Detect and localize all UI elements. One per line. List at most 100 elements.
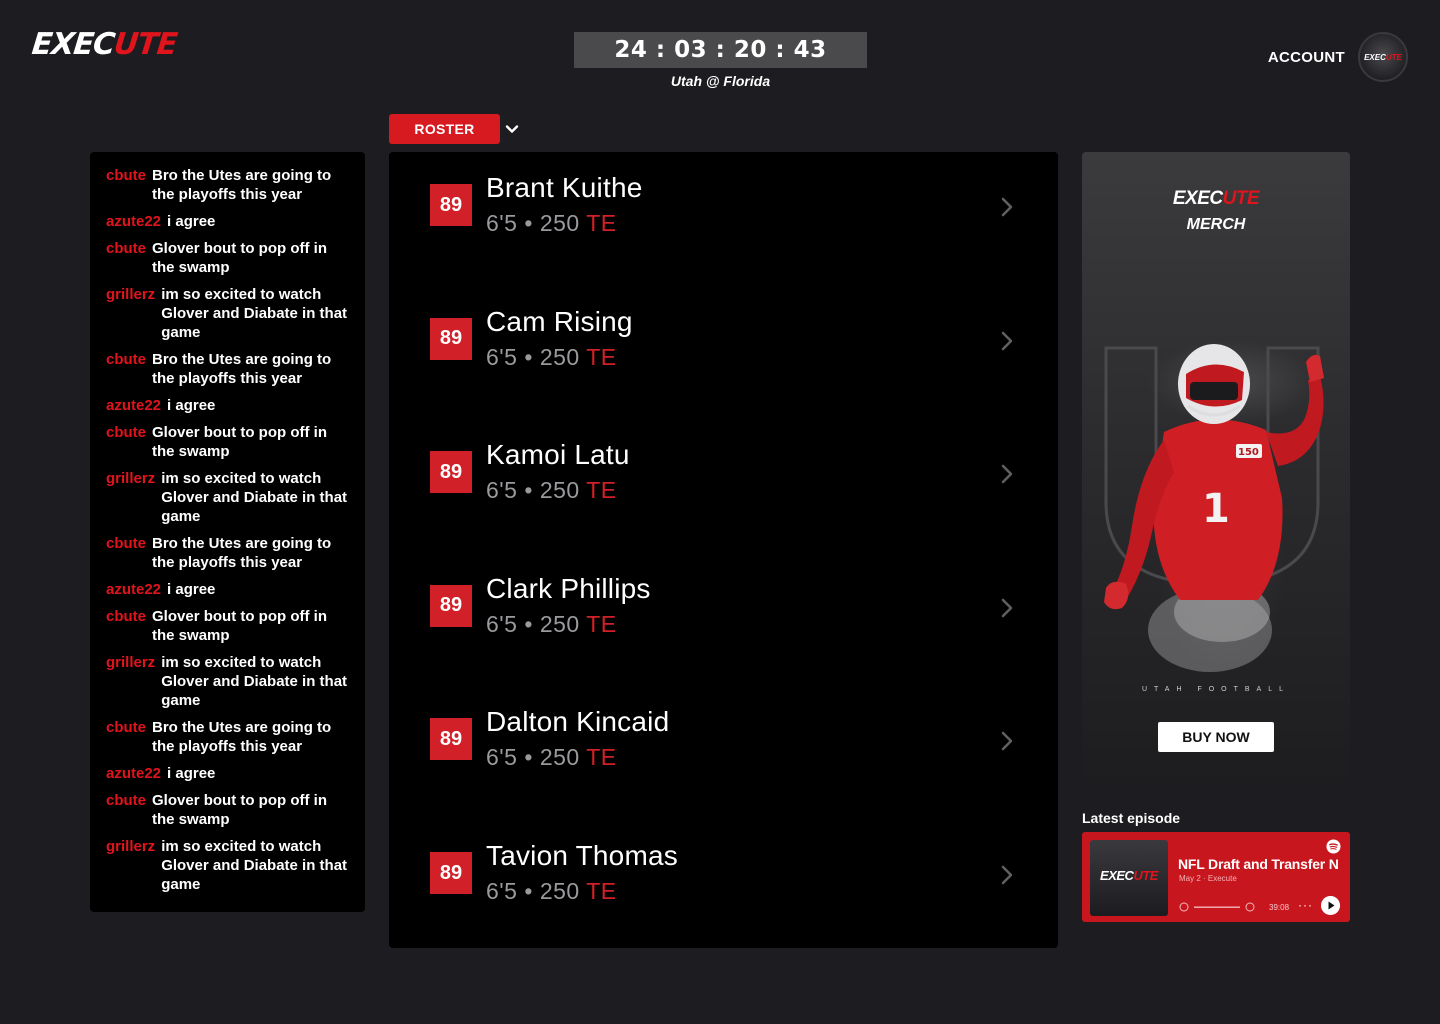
chat-text: im so excited to watch Glover and Diabat… <box>161 838 348 893</box>
roster-row[interactable]: 89 Tavion Thomas 6'5 • 250 TE <box>389 820 1058 930</box>
chat-username[interactable]: azute22 <box>106 212 161 231</box>
chat-text: Glover bout to pop off in the swamp <box>152 608 327 644</box>
chat-message: cbute Bro the Utes are going to the playo… <box>106 718 351 756</box>
chevron-right-icon[interactable] <box>1000 196 1014 218</box>
chat-username[interactable]: grillerz <box>106 653 155 710</box>
roster-row[interactable]: 89 Clark Phillips 6'5 • 250 TE <box>389 553 1058 663</box>
roster-dropdown-button[interactable]: ROSTER <box>389 114 500 144</box>
thumb-logo-red: UTE <box>1133 868 1158 883</box>
latest-episode-heading: Latest episode <box>1082 810 1181 826</box>
episode-duration: 39:08 <box>1269 903 1290 912</box>
roster-row[interactable]: 89 Brant Kuithe 6'5 • 250 TE <box>389 152 1058 262</box>
chat-username[interactable]: azute22 <box>106 764 161 783</box>
player-position: TE <box>586 477 617 504</box>
episode-thumbnail: EXECUTE <box>1090 840 1168 916</box>
matchup-label: Utah @ Florida <box>670 73 771 89</box>
info-separator: • <box>524 744 533 771</box>
buy-now-button[interactable]: BUY NOW <box>1158 722 1274 752</box>
player-weight: 250 <box>539 210 580 236</box>
avatar[interactable]: EXEC UTE <box>1358 32 1408 82</box>
chat-message: azute22 i agree <box>106 580 351 599</box>
jersey-number-badge: 89 <box>430 852 472 894</box>
account-menu[interactable]: ACCOUNT EXEC UTE <box>1268 32 1408 82</box>
chat-username[interactable]: cbute <box>106 791 146 829</box>
chevron-right-icon[interactable] <box>1000 463 1014 485</box>
chat-message: cbute Glover bout to pop off in the swamp <box>106 423 351 461</box>
chat-message: cbute Glover bout to pop off in the swamp <box>106 239 351 277</box>
anniversary-patch: 150 <box>1238 447 1259 458</box>
player-weight: 250 <box>539 343 580 370</box>
podcast-episode-card[interactable]: EXECUTE NFL Draft and Transfer N May 2 ·… <box>1082 832 1350 922</box>
episode-progress-controls[interactable] <box>1178 898 1342 916</box>
chevron-right-icon[interactable] <box>1000 330 1014 352</box>
merch-logo-white: EXEC <box>1172 188 1223 209</box>
merch-logo-red: UTE <box>1222 188 1260 209</box>
player-name[interactable]: Brant Kuithe <box>486 172 643 204</box>
player-name[interactable]: Tavion Thomas <box>486 840 678 872</box>
jersey-number-badge: 89 <box>430 317 472 360</box>
avatar-logo-white: EXEC <box>1364 52 1386 62</box>
chevron-right-icon[interactable] <box>1000 864 1014 886</box>
chat-username[interactable]: cbute <box>106 350 146 388</box>
chat-username[interactable]: cbute <box>106 166 146 204</box>
chat-username[interactable]: cbute <box>106 534 146 572</box>
merch-logo: EXECUTE <box>1082 188 1350 210</box>
player-position: TE <box>586 343 617 370</box>
chat-text: im so excited to watch Glover and Diabat… <box>161 470 348 525</box>
player-height: 6'5 <box>486 477 518 504</box>
chat-message: cbute Glover bout to pop off in the swamp <box>106 791 351 829</box>
rewind-15-icon[interactable] <box>1179 902 1189 912</box>
player-position: TE <box>586 610 617 637</box>
game-countdown: 24 : 03 : 20 : 43 Utah @ Florida <box>574 32 867 89</box>
chat-username[interactable]: grillerz <box>106 469 155 526</box>
chat-message: cbute Bro the Utes are going to the playo… <box>106 350 351 388</box>
chat-text: im so excited to watch Glover and Diabat… <box>161 654 348 709</box>
player-position: TE <box>586 210 617 236</box>
chat-text: Bro the Utes are going to the playoffs t… <box>152 351 332 387</box>
chat-text: i agree <box>167 581 216 598</box>
account-label[interactable]: ACCOUNT <box>1268 49 1345 66</box>
chat-panel[interactable]: cbute Bro the Utes are going to the playo… <box>90 152 365 912</box>
countdown-timer: 24 : 03 : 20 : 43 <box>574 32 867 68</box>
merch-banner[interactable]: EXECUTE MERCH 1 150 UTAH FOOTBALL BUY NO… <box>1082 152 1350 786</box>
jersey-number-badge: 89 <box>430 584 472 627</box>
chat-username[interactable]: grillerz <box>106 837 155 894</box>
chat-username[interactable]: azute22 <box>106 580 161 599</box>
player-weight: 250 <box>539 744 580 771</box>
execute-logo[interactable]: EXECUTE <box>30 27 178 62</box>
chevron-down-icon[interactable] <box>505 122 519 136</box>
chat-username[interactable]: cbute <box>106 423 146 461</box>
chat-username[interactable]: grillerz <box>106 285 155 342</box>
player-position: TE <box>586 878 617 904</box>
logo-part-white: EXEC <box>30 27 116 62</box>
player-name[interactable]: Kamoi Latu <box>486 439 630 471</box>
episode-thumb-logo: EXECUTE <box>1090 868 1168 883</box>
chat-text: im so excited to watch Glover and Diabat… <box>161 286 348 341</box>
player-weight: 250 <box>539 477 580 504</box>
chat-message: azute22 i agree <box>106 764 351 783</box>
jersey-number-badge: 89 <box>430 718 472 761</box>
player-name[interactable]: Cam Rising <box>486 306 633 338</box>
chat-text: Bro the Utes are going to the playoffs t… <box>152 535 332 571</box>
chat-username[interactable]: cbute <box>106 607 146 645</box>
chat-message: grillerz im so excited to watch Glover an… <box>106 837 351 894</box>
roster-row[interactable]: 89 Cam Rising 6'5 • 250 TE <box>389 286 1058 396</box>
chat-message: azute22 i agree <box>106 212 351 231</box>
play-icon[interactable] <box>1321 896 1340 915</box>
chat-message: grillerz im so excited to watch Glover an… <box>106 469 351 526</box>
player-name[interactable]: Dalton Kincaid <box>486 706 669 738</box>
jersey-number-badge: 89 <box>430 184 472 226</box>
chat-username[interactable]: cbute <box>106 239 146 277</box>
player-name[interactable]: Clark Phillips <box>486 573 651 605</box>
chat-username[interactable]: cbute <box>106 718 146 756</box>
more-options-icon[interactable]: ··· <box>1298 898 1313 912</box>
episode-title[interactable]: NFL Draft and Transfer N <box>1178 856 1340 872</box>
player-height: 6'5 <box>486 878 518 904</box>
chevron-right-icon[interactable] <box>1000 597 1014 619</box>
roster-row[interactable]: 89 Dalton Kincaid 6'5 • 250 TE <box>389 686 1058 796</box>
roster-row[interactable]: 89 Kamoi Latu 6'5 • 250 TE <box>389 419 1058 529</box>
forward-15-icon[interactable] <box>1245 902 1255 912</box>
player-height: 6'5 <box>486 610 518 637</box>
chat-username[interactable]: azute22 <box>106 396 161 415</box>
chevron-right-icon[interactable] <box>1000 730 1014 752</box>
